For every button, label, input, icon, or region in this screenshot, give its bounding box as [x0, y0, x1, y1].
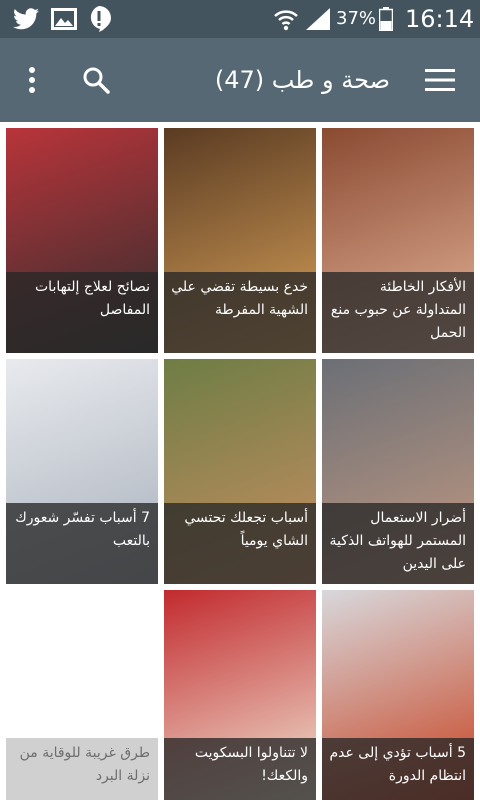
clock: 16:14: [405, 5, 475, 33]
article-title: الأفكار الخاطئة المتداولة عن حبوب منع ال…: [322, 272, 474, 353]
battery-percent: 37%: [336, 8, 377, 29]
article-grid: الأفكار الخاطئة المتداولة عن حبوب منع ال…: [0, 128, 480, 800]
article-title: 7 أسباب تفسّر شعورك بالتعب: [6, 503, 158, 584]
article-tile[interactable]: 7 أسباب تفسّر شعورك بالتعب: [6, 359, 158, 584]
article-tile[interactable]: الأفكار الخاطئة المتداولة عن حبوب منع ال…: [322, 128, 474, 353]
hamburger-icon[interactable]: [424, 66, 456, 94]
wifi-icon: [272, 6, 300, 32]
article-title: أضرار الاستعمال المستمر للهواتف الذكية ع…: [322, 503, 474, 584]
article-title: أسباب تجعلك تحتسي الشاي يومياً: [164, 503, 316, 584]
alert-icon: [86, 6, 112, 32]
article-tile[interactable]: 5 أسباب تؤدي إلى عدم انتظام الدورة: [322, 590, 474, 800]
article-tile[interactable]: لا تتناولوا البسكويت والكعك!: [164, 590, 316, 800]
image-icon: [50, 6, 78, 32]
article-tile[interactable]: أسباب تجعلك تحتسي الشاي يومياً: [164, 359, 316, 584]
article-tile[interactable]: نصائح لعلاج إلتهابات المفاصل: [6, 128, 158, 353]
battery-icon: [378, 6, 394, 32]
search-icon[interactable]: [78, 62, 114, 98]
app-toolbar: صحة و طب (47): [0, 38, 480, 122]
article-title: لا تتناولوا البسكويت والكعك!: [164, 738, 316, 800]
article-title: 5 أسباب تؤدي إلى عدم انتظام الدورة: [322, 738, 474, 800]
article-title: طرق غريبة للوقاية من نزلة البرد: [6, 738, 158, 800]
page-title: صحة و طب (47): [214, 66, 390, 94]
twitter-icon: [12, 6, 40, 32]
menu-icon[interactable]: [14, 64, 50, 96]
status-bar: 37% 16:14: [0, 0, 480, 38]
signal-icon: [305, 6, 331, 32]
article-tile[interactable]: خدع بسيطة تقضي علي الشهية المفرطة: [164, 128, 316, 353]
article-title: خدع بسيطة تقضي علي الشهية المفرطة: [164, 272, 316, 353]
article-tile[interactable]: أضرار الاستعمال المستمر للهواتف الذكية ع…: [322, 359, 474, 584]
article-tile[interactable]: طرق غريبة للوقاية من نزلة البرد: [6, 590, 158, 800]
article-title: نصائح لعلاج إلتهابات المفاصل: [6, 272, 158, 353]
